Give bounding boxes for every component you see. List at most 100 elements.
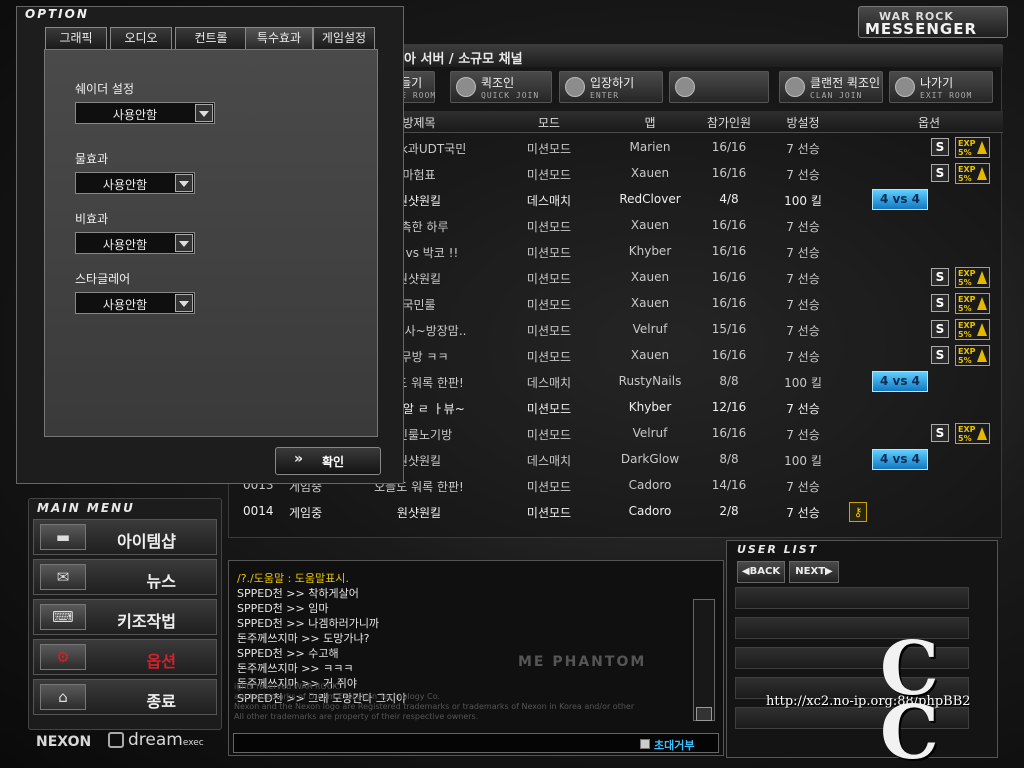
setting-dropdown[interactable]: 사용안함 — [75, 292, 195, 314]
main-menu-item-0[interactable]: ▬ 아이템샵 — [33, 519, 217, 555]
next-button[interactable]: NEXT▶ — [789, 561, 839, 583]
room-setting: 7 선승 — [786, 298, 820, 312]
home-icon: ⌂ — [40, 684, 86, 710]
watermark-letter: C — [880, 690, 939, 768]
room-setting: 100 킬 — [784, 194, 822, 208]
channel-title: 아 서버 / 소규모 채널 — [404, 52, 523, 67]
room-map: RustyNails — [618, 374, 682, 388]
room-players: 16/16 — [711, 270, 747, 284]
toolbar-button-3[interactable] — [669, 71, 769, 103]
skill-badge-icon: S — [931, 346, 949, 364]
dropdown-value: 사용안함 — [112, 108, 158, 122]
toolbar-button-5[interactable]: 나가기 EXIT ROOM — [889, 71, 993, 103]
room-players: 16/16 — [711, 166, 747, 180]
chat-scrollbar[interactable] — [693, 599, 715, 721]
main-menu-item-4[interactable]: ⌂ 종료 — [33, 679, 217, 715]
scroll-down-icon[interactable] — [696, 707, 712, 721]
user-list-panel: USER LIST ◀BACK NEXT▶ — [726, 540, 998, 758]
chevron-down-icon[interactable] — [175, 174, 193, 192]
war-rock-messenger-button[interactable]: WAR ROCK MESSENGER — [858, 6, 1008, 38]
copyright-line: are trademarks of Dream Execution Techno… — [234, 692, 440, 701]
room-setting: 7 선승 — [786, 402, 820, 416]
exp-bonus-icon: EXP 5% — [955, 319, 990, 340]
room-players: 16/16 — [711, 426, 747, 440]
room-map: Marien — [629, 140, 671, 154]
setting-label: 스타글레어 — [75, 272, 131, 286]
chevron-down-icon[interactable] — [195, 104, 213, 122]
room-state: 게임중 — [289, 506, 323, 520]
option-tab-3[interactable]: 특수효과 — [245, 27, 313, 49]
room-setting: 7 선승 — [786, 272, 820, 286]
toolbar-button-2[interactable]: 입장하기 ENTER — [559, 71, 663, 103]
envelope-icon: ✉ — [40, 564, 86, 590]
room-map: Khyber — [628, 244, 672, 258]
setting-dropdown[interactable]: 사용안함 — [75, 102, 215, 124]
exit-icon — [895, 77, 915, 97]
chevron-down-icon[interactable] — [175, 234, 193, 252]
room-setting: 7 선승 — [786, 324, 820, 338]
setting-dropdown[interactable]: 사용안함 — [75, 172, 195, 194]
room-mode: 미션모드 — [526, 272, 572, 286]
chat-message: SPPED천 >> 착하게살어 — [237, 587, 359, 600]
nexon-logo: NEXON — [36, 734, 92, 750]
column-map[interactable]: 맵 — [644, 114, 655, 131]
room-mode: 미션모드 — [526, 506, 572, 520]
arrow-up-icon — [977, 297, 987, 310]
column-settings[interactable]: 방설정 — [786, 114, 819, 131]
room-map: Cadoro — [628, 478, 672, 492]
chat-message: SPPED천 >> 나겜하러가니까 — [237, 617, 380, 630]
exp-bonus-icon: EXP 5% — [955, 345, 990, 366]
room-map: Cadoro — [628, 504, 672, 518]
room-map: Velruf — [632, 426, 668, 440]
room-players: 16/16 — [711, 140, 747, 154]
toolbar-button-4[interactable]: 클랜전 퀵조인 CLAN JOIN — [779, 71, 883, 103]
skill-badge-icon: S — [931, 294, 949, 312]
option-tab-2[interactable]: 컨트롤 — [175, 27, 247, 49]
arrow-up-icon — [977, 167, 987, 180]
dream-cube-icon — [108, 732, 124, 748]
room-row[interactable]: 0014 게임중 원샷원킬 미션모드 Cadoro 2/8 7 선승 ⚷ — [229, 499, 1003, 525]
room-mode: 데스매치 — [526, 376, 572, 390]
column-mode[interactable]: 모드 — [538, 114, 560, 131]
option-tab-1[interactable]: 오디오 — [110, 27, 172, 49]
arrow-up-icon — [977, 349, 987, 362]
toolbar-button-sublabel: QUICK JOIN — [481, 91, 540, 100]
room-mode: 미션모드 — [526, 298, 572, 312]
room-setting: 7 선승 — [786, 246, 820, 260]
room-title: 원샷원킬 — [396, 506, 442, 520]
option-tab-4[interactable]: 게임설정 — [313, 27, 375, 49]
chat-input[interactable]: 초대거부 — [233, 733, 719, 753]
main-menu-item-2[interactable]: ⌨ 키조작법 — [33, 599, 217, 635]
room-players: 8/8 — [719, 452, 739, 466]
skill-badge-icon: S — [931, 164, 949, 182]
exp-bonus-icon: EXP 5% — [955, 163, 990, 184]
room-players: 14/16 — [711, 478, 747, 492]
room-players: 16/16 — [711, 296, 747, 310]
room-setting: 7 선승 — [786, 480, 820, 494]
option-tab-0[interactable]: 그래픽 — [45, 27, 107, 49]
main-menu-label: 아이템샵 — [117, 532, 176, 551]
invite-reject-checkbox[interactable] — [640, 739, 650, 749]
back-button[interactable]: ◀BACK — [737, 561, 785, 583]
room-mode: 미션모드 — [526, 168, 572, 182]
room-map: Xauen — [630, 270, 670, 284]
room-setting: 100 킬 — [784, 376, 822, 390]
column-title[interactable]: 방제목 — [402, 114, 435, 131]
toolbar-button-label: 입장하기 — [590, 76, 635, 90]
gun-icon: ▬ — [40, 524, 86, 550]
team-size-badge-icon: 4 vs 4 — [872, 449, 928, 470]
main-menu-item-1[interactable]: ✉ 뉴스 — [33, 559, 217, 595]
arrow-up-icon — [977, 323, 987, 336]
user-slot[interactable] — [735, 587, 969, 609]
setting-label: 물효과 — [75, 152, 109, 166]
toolbar-button-label: 퀵조인 — [481, 76, 515, 90]
setting-dropdown[interactable]: 사용안함 — [75, 232, 195, 254]
toolbar-button-1[interactable]: 퀵조인 QUICK JOIN — [450, 71, 552, 103]
dream-suffix: exec — [182, 738, 204, 748]
dream-execution-logo: dreamexec — [128, 730, 204, 750]
column-players[interactable]: 참가인원 — [707, 114, 751, 131]
chevron-down-icon[interactable] — [175, 294, 193, 312]
main-menu-item-3[interactable]: ⚙ 옵션 — [33, 639, 217, 675]
room-title: 국민룰 — [402, 298, 436, 312]
confirm-button[interactable]: » 확인 — [275, 447, 381, 475]
